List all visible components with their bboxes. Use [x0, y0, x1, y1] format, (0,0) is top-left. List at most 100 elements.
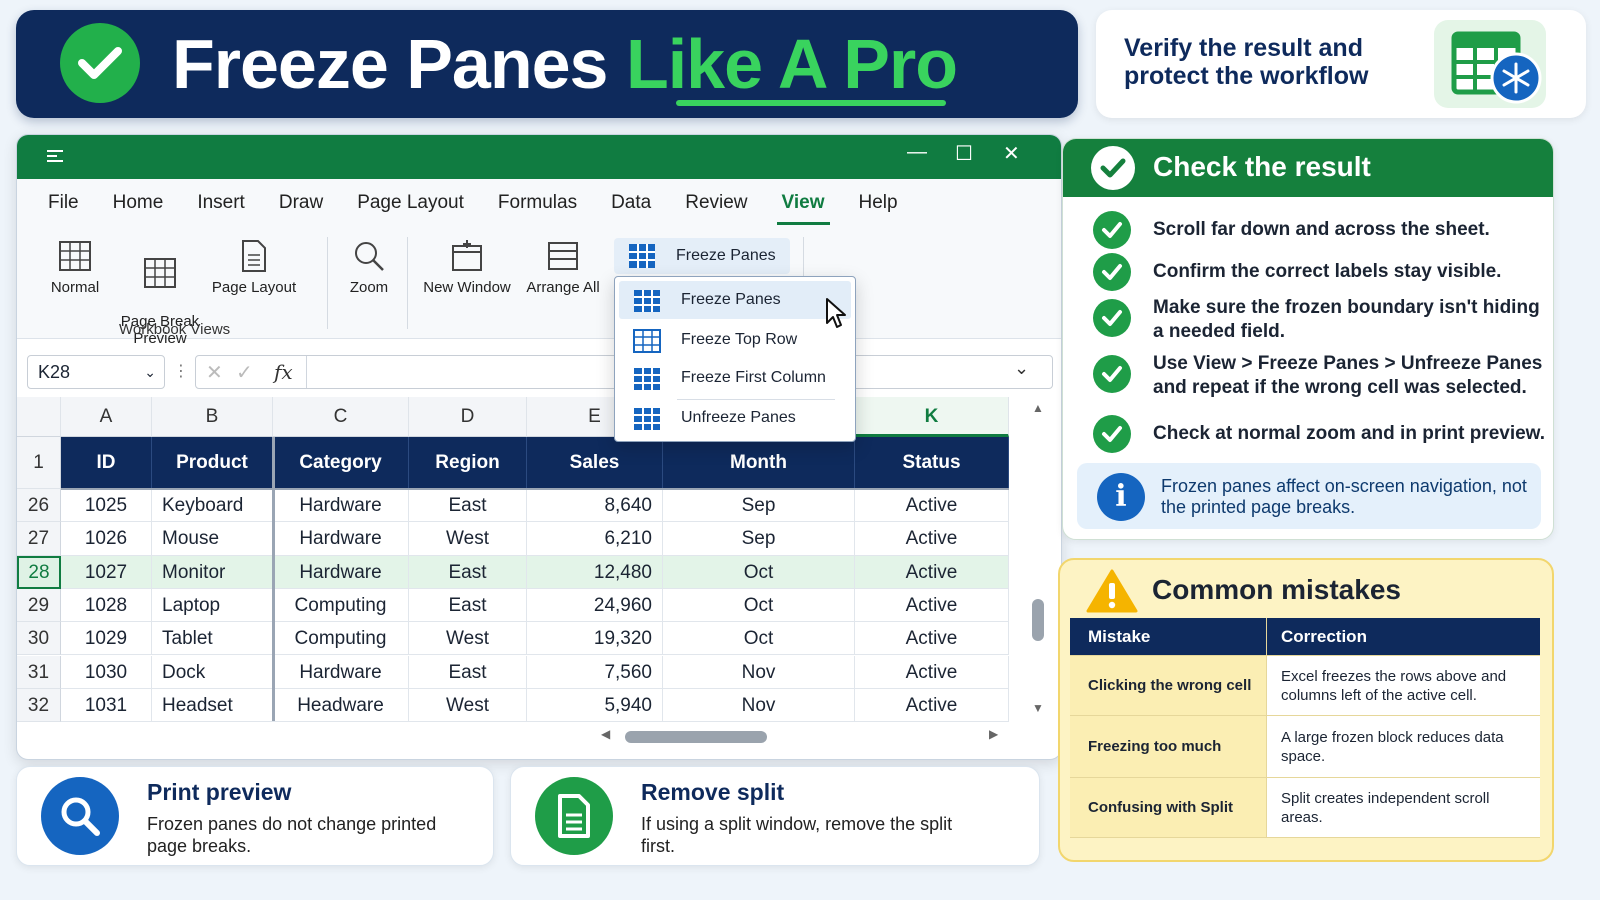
zoom-button[interactable]: Zoom	[339, 239, 399, 296]
close-icon[interactable]: ✕	[1003, 141, 1020, 166]
cell-category[interactable]: Computing	[273, 622, 409, 656]
vertical-scrollbar[interactable]: ▲ ▼	[1027, 397, 1051, 721]
cell-id[interactable]: 1030	[61, 655, 152, 689]
cell-status[interactable]: Active	[855, 688, 1009, 723]
scroll-down-icon[interactable]: ▼	[1032, 701, 1044, 715]
cell-region[interactable]: East	[409, 489, 527, 523]
cell-sales[interactable]: 6,210	[527, 522, 663, 556]
menu-item-freeze-panes[interactable]: Freeze Panes	[619, 281, 851, 319]
scroll-thumb[interactable]	[1032, 599, 1044, 641]
cell-region[interactable]: East	[409, 555, 527, 589]
normal-view-button[interactable]: Normal	[45, 239, 105, 296]
cell-sales[interactable]: 24,960	[527, 588, 663, 623]
cell-id[interactable]: 1028	[61, 588, 152, 623]
enter-icon[interactable]: ✓	[236, 360, 253, 385]
maximize-icon[interactable]: ☐	[955, 141, 973, 166]
cell-month[interactable]: Oct	[663, 622, 855, 656]
header-cell[interactable]: Status	[855, 437, 1009, 489]
cell-product[interactable]: Laptop	[152, 588, 273, 623]
cell-region[interactable]: East	[409, 655, 527, 689]
row-header[interactable]: 32	[17, 688, 61, 723]
select-all-corner[interactable]	[17, 397, 61, 437]
cell-product[interactable]: Keyboard	[152, 489, 273, 523]
expand-formula-icon[interactable]: ⌄	[1014, 358, 1029, 379]
row-header[interactable]: 30	[17, 622, 61, 656]
cell-sales[interactable]: 5,940	[527, 688, 663, 723]
cell-status[interactable]: Active	[855, 489, 1009, 523]
cell-id[interactable]: 1027	[61, 555, 152, 589]
row-header[interactable]: 29	[17, 588, 61, 623]
tab-draw[interactable]: Draw	[262, 179, 340, 227]
header-cell[interactable]: Product	[152, 437, 273, 489]
chevron-down-icon[interactable]: ⌄	[144, 356, 156, 388]
row-header[interactable]: 1	[17, 437, 61, 489]
cell-sales[interactable]: 8,640	[527, 489, 663, 523]
header-cell[interactable]: Category	[273, 437, 409, 489]
tab-page-layout[interactable]: Page Layout	[340, 179, 481, 227]
cell-status[interactable]: Active	[855, 588, 1009, 623]
header-cell[interactable]: Month	[663, 437, 855, 489]
cell-region[interactable]: West	[409, 622, 527, 656]
tab-data[interactable]: Data	[594, 179, 668, 227]
menu-item-unfreeze-panes[interactable]: Unfreeze Panes	[619, 399, 851, 437]
menu-item-freeze-top-row[interactable]: Freeze Top Row	[619, 321, 851, 359]
scroll-right-icon[interactable]: ▶	[989, 727, 998, 741]
header-cell[interactable]: ID	[61, 437, 152, 489]
cell-category[interactable]: Computing	[273, 588, 409, 623]
cell-month[interactable]: Sep	[663, 489, 855, 523]
cell-id[interactable]: 1025	[61, 489, 152, 523]
cell-month[interactable]: Sep	[663, 522, 855, 556]
horizontal-scrollbar[interactable]: ◀ ▶	[601, 725, 1001, 749]
page-layout-button[interactable]: Page Layout	[209, 239, 299, 296]
new-window-button[interactable]: New Window	[419, 239, 515, 296]
fx-icon[interactable]: fx	[274, 360, 293, 384]
cell-status[interactable]: Active	[855, 522, 1009, 556]
tab-view[interactable]: View	[765, 179, 842, 227]
cell-sales[interactable]: 19,320	[527, 622, 663, 656]
minimize-icon[interactable]: —	[907, 141, 927, 164]
scroll-left-icon[interactable]: ◀	[601, 727, 610, 741]
cell-status[interactable]: Active	[855, 655, 1009, 689]
scroll-thumb[interactable]	[625, 731, 767, 743]
arrange-all-button[interactable]: Arrange All	[521, 239, 605, 296]
cell-product[interactable]: Mouse	[152, 522, 273, 556]
quick-access-icon[interactable]	[45, 148, 65, 169]
cell-category[interactable]: Hardware	[273, 489, 409, 523]
tab-formulas[interactable]: Formulas	[481, 179, 594, 227]
cell-month[interactable]: Nov	[663, 655, 855, 689]
header-cell[interactable]: Region	[409, 437, 527, 489]
freeze-panes-ribbon-button[interactable]: Freeze Panes	[614, 238, 790, 274]
cell-category[interactable]: Hardware	[273, 655, 409, 689]
tab-help[interactable]: Help	[842, 179, 915, 227]
cell-sales[interactable]: 7,560	[527, 655, 663, 689]
cell-product[interactable]: Dock	[152, 655, 273, 689]
cell-status[interactable]: Active	[855, 622, 1009, 656]
column-header-b[interactable]: B	[152, 397, 273, 437]
cell-id[interactable]: 1031	[61, 688, 152, 723]
column-header-d[interactable]: D	[409, 397, 527, 437]
tab-review[interactable]: Review	[668, 179, 764, 227]
cell-product[interactable]: Monitor	[152, 555, 273, 589]
cell-category[interactable]: Hardware	[273, 522, 409, 556]
cell-month[interactable]: Oct	[663, 555, 855, 589]
tab-insert[interactable]: Insert	[180, 179, 262, 227]
header-cell[interactable]: Sales	[527, 437, 663, 489]
cell-sales[interactable]: 12,480	[527, 555, 663, 589]
column-header-k[interactable]: K	[855, 397, 1009, 437]
row-header[interactable]: 27	[17, 522, 61, 556]
column-header-c[interactable]: C	[273, 397, 409, 437]
scroll-up-icon[interactable]: ▲	[1032, 401, 1044, 415]
column-header-a[interactable]: A	[61, 397, 152, 437]
row-header[interactable]: 26	[17, 489, 61, 523]
cell-region[interactable]: West	[409, 522, 527, 556]
menu-item-freeze-first-column[interactable]: Freeze First Column	[619, 359, 851, 397]
cell-id[interactable]: 1026	[61, 522, 152, 556]
cancel-icon[interactable]: ✕	[206, 360, 223, 385]
row-header[interactable]: 31	[17, 655, 61, 689]
cell-month[interactable]: Oct	[663, 588, 855, 623]
cell-id[interactable]: 1029	[61, 622, 152, 656]
cell-region[interactable]: West	[409, 688, 527, 723]
cell-region[interactable]: East	[409, 588, 527, 623]
cell-status[interactable]: Active	[855, 555, 1009, 589]
name-box[interactable]: K28 ⌄	[27, 355, 165, 389]
